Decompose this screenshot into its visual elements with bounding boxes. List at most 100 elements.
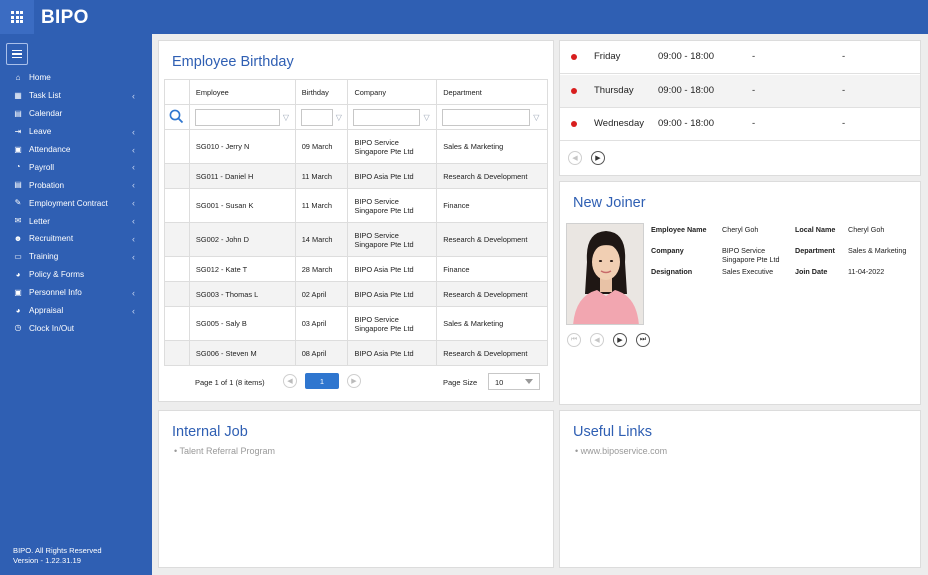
schedule-value-1: - (752, 84, 756, 96)
chevron-left-icon[interactable]: ‹ (132, 306, 135, 316)
page-size-value: 10 (495, 378, 504, 387)
training-icon: ▭ (14, 251, 22, 261)
sidebar-item-policy-forms[interactable]: ◕ Policy & Forms (0, 266, 152, 284)
company-cell: BIPO Service Singapore Pte Ltd (347, 306, 438, 341)
chevron-left-icon[interactable]: ‹ (132, 216, 135, 226)
table-row[interactable]: SG002 - John D 14 March BIPO Service Singap… (164, 222, 548, 257)
department-filter-cell: ▽ (436, 104, 548, 130)
attendance-icon: ▣ (14, 144, 22, 154)
table-row[interactable]: SG011 - Daniel H 11 March BIPO Asia Pte Lt… (164, 163, 548, 189)
table-row[interactable]: SG012 - Kate T 28 March BIPO Asia Pte Ltd F… (164, 256, 548, 282)
chevron-left-icon[interactable]: ‹ (132, 91, 135, 101)
schedule-row: Wednesday 09:00 - 18:00 - - (560, 108, 920, 141)
status-dot-icon (571, 54, 577, 60)
employee-filter-input[interactable] (194, 108, 280, 126)
first-joiner-button[interactable]: ⏮ (567, 333, 581, 347)
sidebar-item-letter[interactable]: ✉ Letter ‹ (0, 212, 152, 230)
company-line-1: BIPO Asia Pte Ltd (354, 289, 414, 299)
page-1-button[interactable]: 1 (305, 373, 339, 389)
chevron-left-icon[interactable]: ‹ (132, 162, 135, 172)
column-header-employee[interactable]: Employee (188, 79, 296, 105)
company-filter-input[interactable] (353, 108, 421, 126)
company-cell: BIPO Asia Pte Ltd (347, 256, 438, 282)
sidebar-item-home[interactable]: ⌂ Home (0, 69, 152, 87)
company-line-1: BIPO Asia Pte Ltd (354, 264, 414, 274)
chevron-left-icon[interactable]: ‹ (132, 127, 135, 137)
company-line-2: Singapore Pte Ltd (354, 323, 414, 333)
prev-joiner-button[interactable]: ◀ (590, 333, 604, 347)
sidebar-item-label: Appraisal (29, 306, 64, 316)
company-line-1: BIPO Service (354, 314, 399, 324)
birthday-cell: 11 March (294, 188, 349, 223)
chevron-left-icon[interactable]: ‹ (132, 180, 135, 190)
next-page-button[interactable]: ▶ (347, 374, 361, 388)
personnel-info-icon: ▣ (14, 287, 22, 297)
status-dot-icon (571, 121, 577, 127)
sidebar-item-label: Calendar (29, 109, 63, 119)
column-header-birthday[interactable]: Birthday (294, 79, 349, 105)
join-date-value: 11-04-2022 (848, 267, 885, 276)
grid-icon (11, 11, 23, 23)
sidebar-item-label: Personnel Info (29, 288, 82, 298)
sidebar-item-probation[interactable]: ▤ Probation ‹ (0, 176, 152, 194)
schedule-row: Friday 09:00 - 18:00 - - (560, 41, 920, 74)
sidebar-item-personnel-info[interactable]: ▣ Personnel Info ‹ (0, 284, 152, 302)
department-filter-input[interactable] (442, 108, 531, 126)
department-cell: Research & Development (436, 340, 548, 366)
chevron-left-icon[interactable]: ‹ (132, 198, 135, 208)
table-row[interactable]: SG005 - Saly B 03 April BIPO Service Singap… (164, 306, 548, 341)
filter-icon[interactable]: ▽ (283, 113, 289, 122)
sidebar-item-recruitment[interactable]: ☻ Recruitment ‹ (0, 230, 152, 248)
prev-page-button[interactable]: ◀ (283, 374, 297, 388)
schedule-value-1: - (752, 51, 756, 62)
company-line-1: BIPO Service (354, 230, 399, 240)
chevron-right-icon: ▶ (595, 155, 601, 162)
new-joiner-photo (566, 223, 644, 325)
birthday-filter-input[interactable] (300, 108, 333, 126)
department-cell: Research & Development (436, 222, 548, 257)
column-header-company[interactable]: Company (347, 79, 438, 105)
sidebar-item-label: Attendance (29, 145, 71, 154)
chevron-left-icon[interactable]: ‹ (132, 234, 135, 244)
sidebar-item-label: Recruitment (29, 234, 74, 244)
column-header-department[interactable]: Department (436, 79, 548, 105)
sidebar: ⌂ Home ▦ Task List ‹ ▤ Calendar ⇥ Leave ‹ ▣ Attenda… (0, 34, 152, 575)
prev-schedule-button[interactable]: ◀ (568, 151, 582, 165)
sidebar-item-employment-contract[interactable]: ✎ Employment Contract ‹ (0, 194, 152, 212)
last-joiner-button[interactable]: ⏭ (636, 333, 650, 347)
next-schedule-button[interactable]: ▶ (591, 151, 605, 165)
next-joiner-button[interactable]: ▶ (613, 333, 627, 347)
chevron-left-icon[interactable]: ‹ (132, 288, 135, 298)
sidebar-item-training[interactable]: ▭ Training ‹ (0, 248, 152, 266)
department-value: Sales & Marketing (848, 246, 907, 255)
sidebar-item-payroll[interactable]: ◔ Payroll ‹ (0, 158, 152, 176)
table-row[interactable]: SG010 - Jerry N 09 March BIPO Service Singa… (164, 129, 548, 164)
department-cell: Finance (436, 256, 548, 282)
table-row[interactable]: SG001 - Susan K 11 March BIPO Service Singa… (164, 188, 548, 223)
chevron-left-icon[interactable]: ‹ (132, 252, 135, 262)
sidebar-item-appraisal[interactable]: ◕ Appraisal ‹ (0, 302, 152, 320)
filter-icon[interactable]: ▽ (336, 113, 342, 122)
first-icon: ⏮ (570, 336, 578, 343)
sidebar-item-attendance[interactable]: ▣ Attendance ‹ (0, 141, 152, 159)
app-launcher-button[interactable] (0, 0, 34, 34)
sidebar-item-calendar[interactable]: ▤ Calendar (0, 105, 152, 123)
chevron-left-icon[interactable]: ‹ (132, 145, 135, 155)
filter-icon[interactable]: ▽ (533, 113, 539, 122)
employee-cell: SG002 - John D (188, 222, 296, 257)
biposervice-link[interactable]: • www.biposervice.com (575, 446, 667, 456)
page-size-select[interactable]: 10 (488, 373, 540, 390)
sidebar-item-leave[interactable]: ⇥ Leave ‹ (0, 123, 152, 141)
sidebar-item-task-list[interactable]: ▦ Task List ‹ (0, 87, 152, 105)
schedule-row: Thursday 09:00 - 18:00 - - (560, 74, 920, 108)
schedule-day: Friday (594, 51, 621, 62)
search-icon[interactable] (169, 109, 184, 124)
table-row[interactable]: SG006 - Steven M 08 April BIPO Asia Pte Lt… (164, 340, 548, 366)
local-name-value: Cheryl Goh (848, 225, 885, 234)
menu-toggle-button[interactable] (6, 43, 28, 65)
filter-icon[interactable]: ▽ (423, 113, 429, 122)
table-row[interactable]: SG003 - Thomas L 02 April BIPO Asia Pte Lt… (164, 281, 548, 307)
copyright-text: BIPO. All Rights Reserved (13, 546, 102, 555)
sidebar-item-clock-in-out[interactable]: ◷ Clock In/Out (0, 319, 152, 337)
talent-referral-link[interactable]: • Talent Referral Program (174, 446, 275, 456)
